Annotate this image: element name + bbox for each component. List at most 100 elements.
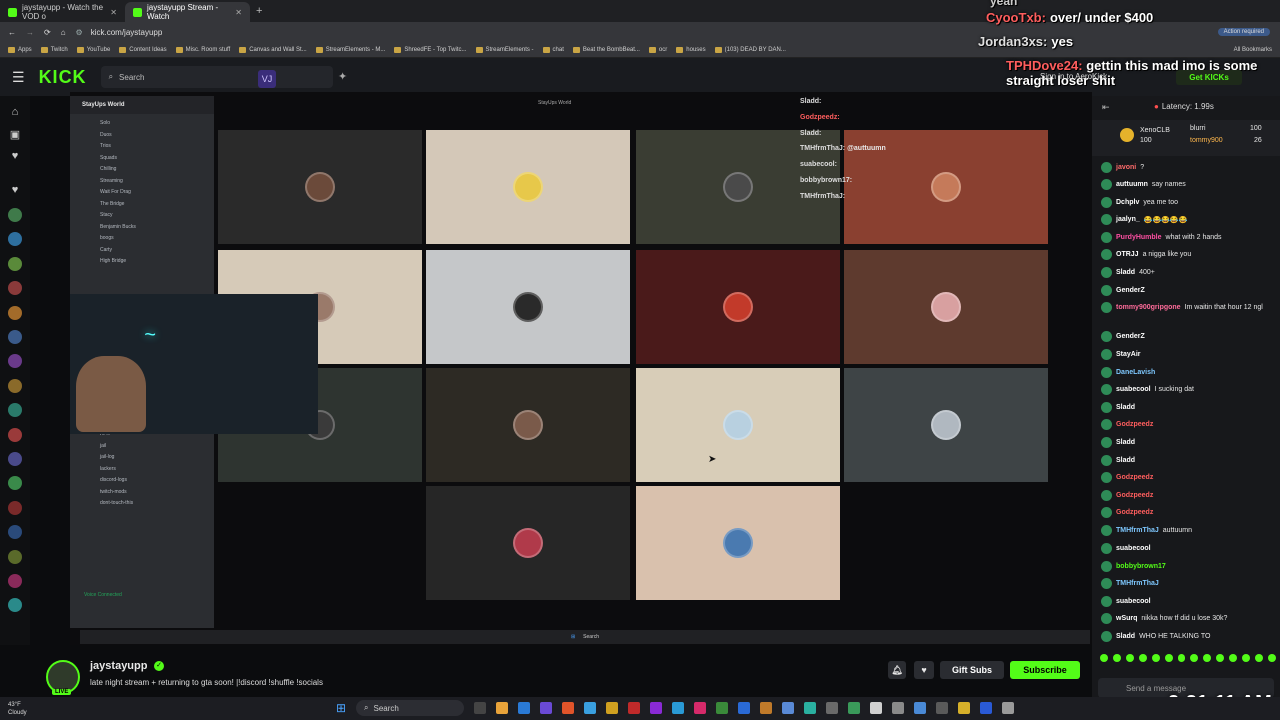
bookmark-item[interactable]: StreamElements - M... [315, 46, 385, 53]
bookmark-item[interactable]: ocr [648, 46, 667, 53]
followed-channel-avatar[interactable] [8, 378, 22, 393]
chat-username[interactable]: Godzpeedz [1116, 421, 1153, 428]
discord-channel[interactable]: Benjamin Bucks [100, 222, 214, 234]
discord-channel[interactable]: boogs [100, 233, 214, 245]
emote-icon[interactable] [1216, 654, 1225, 662]
bookmark-item[interactable]: ShreedFE - Top Twitc... [394, 46, 467, 53]
call-participant-tile[interactable] [636, 368, 840, 482]
call-participant-tile[interactable] [636, 486, 840, 600]
discord-channel[interactable]: Squads [100, 153, 214, 165]
call-participant-tile[interactable] [426, 486, 630, 600]
video-player[interactable]: StayUps World Solo Duos Trios Squads Chillin… [70, 92, 1092, 645]
emote-icon[interactable] [1255, 654, 1263, 662]
call-participant-tile[interactable] [636, 250, 840, 364]
streamer-name[interactable]: jaystayupp [90, 660, 147, 672]
call-participant-tile[interactable] [844, 368, 1048, 482]
recommended-icon[interactable]: ♥ [8, 184, 22, 198]
chat-username[interactable]: Sladd [1116, 269, 1135, 276]
emote-icon[interactable] [1242, 654, 1251, 662]
discord-channel[interactable]: High Bridge [100, 256, 214, 268]
sparkle-icon[interactable]: ✦ [338, 70, 347, 83]
taskbar-app-icon[interactable] [1002, 702, 1014, 714]
chat-username[interactable]: GenderZ [1116, 333, 1145, 340]
taskbar-app-icon[interactable] [914, 702, 926, 714]
emote-icon[interactable] [1125, 654, 1134, 662]
call-participant-tile[interactable] [844, 250, 1048, 364]
chat-username[interactable]: OTRJJ [1116, 251, 1139, 258]
bookmark-item[interactable]: StreamElements - [475, 46, 534, 53]
taskbar-app-icon[interactable] [562, 702, 574, 714]
taskbar-app-icon[interactable] [540, 702, 552, 714]
taskbar-app-icon[interactable] [672, 702, 684, 714]
chat-username[interactable]: TMHfrmThaJ [1116, 580, 1159, 587]
taskbar-app-icon[interactable] [628, 702, 640, 714]
emote-icon[interactable] [1267, 654, 1276, 662]
taskbar-app-icon[interactable] [738, 702, 750, 714]
taskbar-search[interactable]: ⌕ Search [356, 700, 464, 716]
followed-channel-avatar[interactable] [8, 232, 22, 247]
forward-icon[interactable]: → [26, 28, 34, 37]
followed-channel-avatar[interactable] [8, 574, 22, 588]
followed-channel-avatar[interactable] [8, 281, 22, 296]
emote-icon[interactable] [1164, 654, 1173, 662]
emote-icon[interactable] [1177, 654, 1186, 662]
followed-channel-avatar[interactable] [8, 525, 22, 540]
followed-channel-avatar[interactable] [8, 354, 22, 369]
chat-username[interactable]: Sladd [1116, 457, 1135, 464]
discord-channel[interactable]: Trios [100, 141, 214, 153]
browser-tab-active[interactable]: jaystayupp Stream - Watch ✕ [125, 2, 250, 22]
emote-icon[interactable] [1112, 654, 1121, 662]
gift-subs-button[interactable]: Gift Subs [940, 661, 1004, 679]
taskbar-app-icon[interactable] [496, 702, 508, 714]
taskbar-app-icon[interactable] [826, 702, 838, 714]
sign-in-button[interactable]: Sign in to AeroKick [1040, 72, 1107, 81]
home-icon[interactable]: ⌂ [8, 106, 22, 120]
chat-username[interactable]: javoni [1116, 164, 1136, 171]
followed-channel-avatar[interactable] [8, 452, 22, 466]
bookmark-item[interactable]: Beat the BombBeat... [572, 46, 640, 53]
bookmark-item[interactable]: (103) DEAD BY DAN... [714, 46, 786, 53]
url-field[interactable]: kick.com/jaystayupp [91, 28, 163, 37]
reload-icon[interactable]: ⟳ [44, 28, 51, 37]
discord-channel[interactable]: twitch-mods [100, 487, 214, 499]
discord-channel[interactable]: jail [100, 441, 214, 453]
collapse-chat-icon[interactable]: ⇤ [1102, 102, 1110, 113]
chat-username[interactable]: auttuumn [1116, 181, 1148, 188]
site-info-icon[interactable]: ⚙ [76, 28, 83, 37]
bookmark-item[interactable]: Content Ideas [119, 46, 167, 53]
chat-username[interactable]: Godzpeedz [1116, 509, 1153, 516]
taskbar-app-icon[interactable] [716, 702, 728, 714]
discord-channel[interactable]: lackers [100, 464, 214, 476]
taskbar-app-icon[interactable] [958, 702, 970, 714]
taskbar-app-icon[interactable] [694, 702, 706, 714]
taskbar-app-icon[interactable] [518, 702, 530, 714]
discord-channel[interactable]: discord-logs [100, 475, 214, 487]
chat-username[interactable]: bobbybrown17 [1116, 563, 1166, 570]
bookmark-item[interactable]: houses [676, 46, 706, 53]
taskbar-app-icon[interactable] [870, 702, 882, 714]
chat-username[interactable]: suabecool [1116, 545, 1151, 552]
search-input[interactable]: ⌕ Search [100, 66, 333, 88]
followed-channel-avatar[interactable] [8, 330, 22, 344]
chat-username[interactable]: GenderZ [1116, 287, 1145, 294]
taskbar-app-icon[interactable] [782, 702, 794, 714]
call-participant-tile[interactable] [218, 130, 422, 244]
bookmark-item[interactable]: Twitch [40, 46, 68, 53]
discord-channel[interactable]: Wait For Drag [100, 187, 214, 199]
kick-logo[interactable]: KICK [39, 67, 87, 88]
bookmark-item[interactable]: Canvas and Wall St... [239, 46, 307, 53]
followed-channel-avatar[interactable] [8, 476, 22, 491]
chat-username[interactable]: suabecool [1116, 386, 1151, 393]
followed-channel-avatar[interactable] [8, 598, 22, 613]
follow-button[interactable]: ♥ [914, 661, 934, 679]
taskbar-app-icon[interactable] [936, 702, 948, 714]
chat-username[interactable]: Sladd [1116, 404, 1135, 411]
menu-icon[interactable]: ☰ [12, 69, 25, 86]
emote-icon[interactable] [1190, 654, 1199, 662]
chat-username[interactable]: wSurq [1116, 615, 1137, 622]
discord-channel[interactable]: Duos [100, 130, 214, 142]
discord-channel[interactable]: jail-log [100, 452, 214, 464]
taskbar-app-icon[interactable] [606, 702, 618, 714]
emote-icon[interactable] [1100, 654, 1108, 662]
followed-channel-avatar[interactable] [8, 208, 22, 222]
